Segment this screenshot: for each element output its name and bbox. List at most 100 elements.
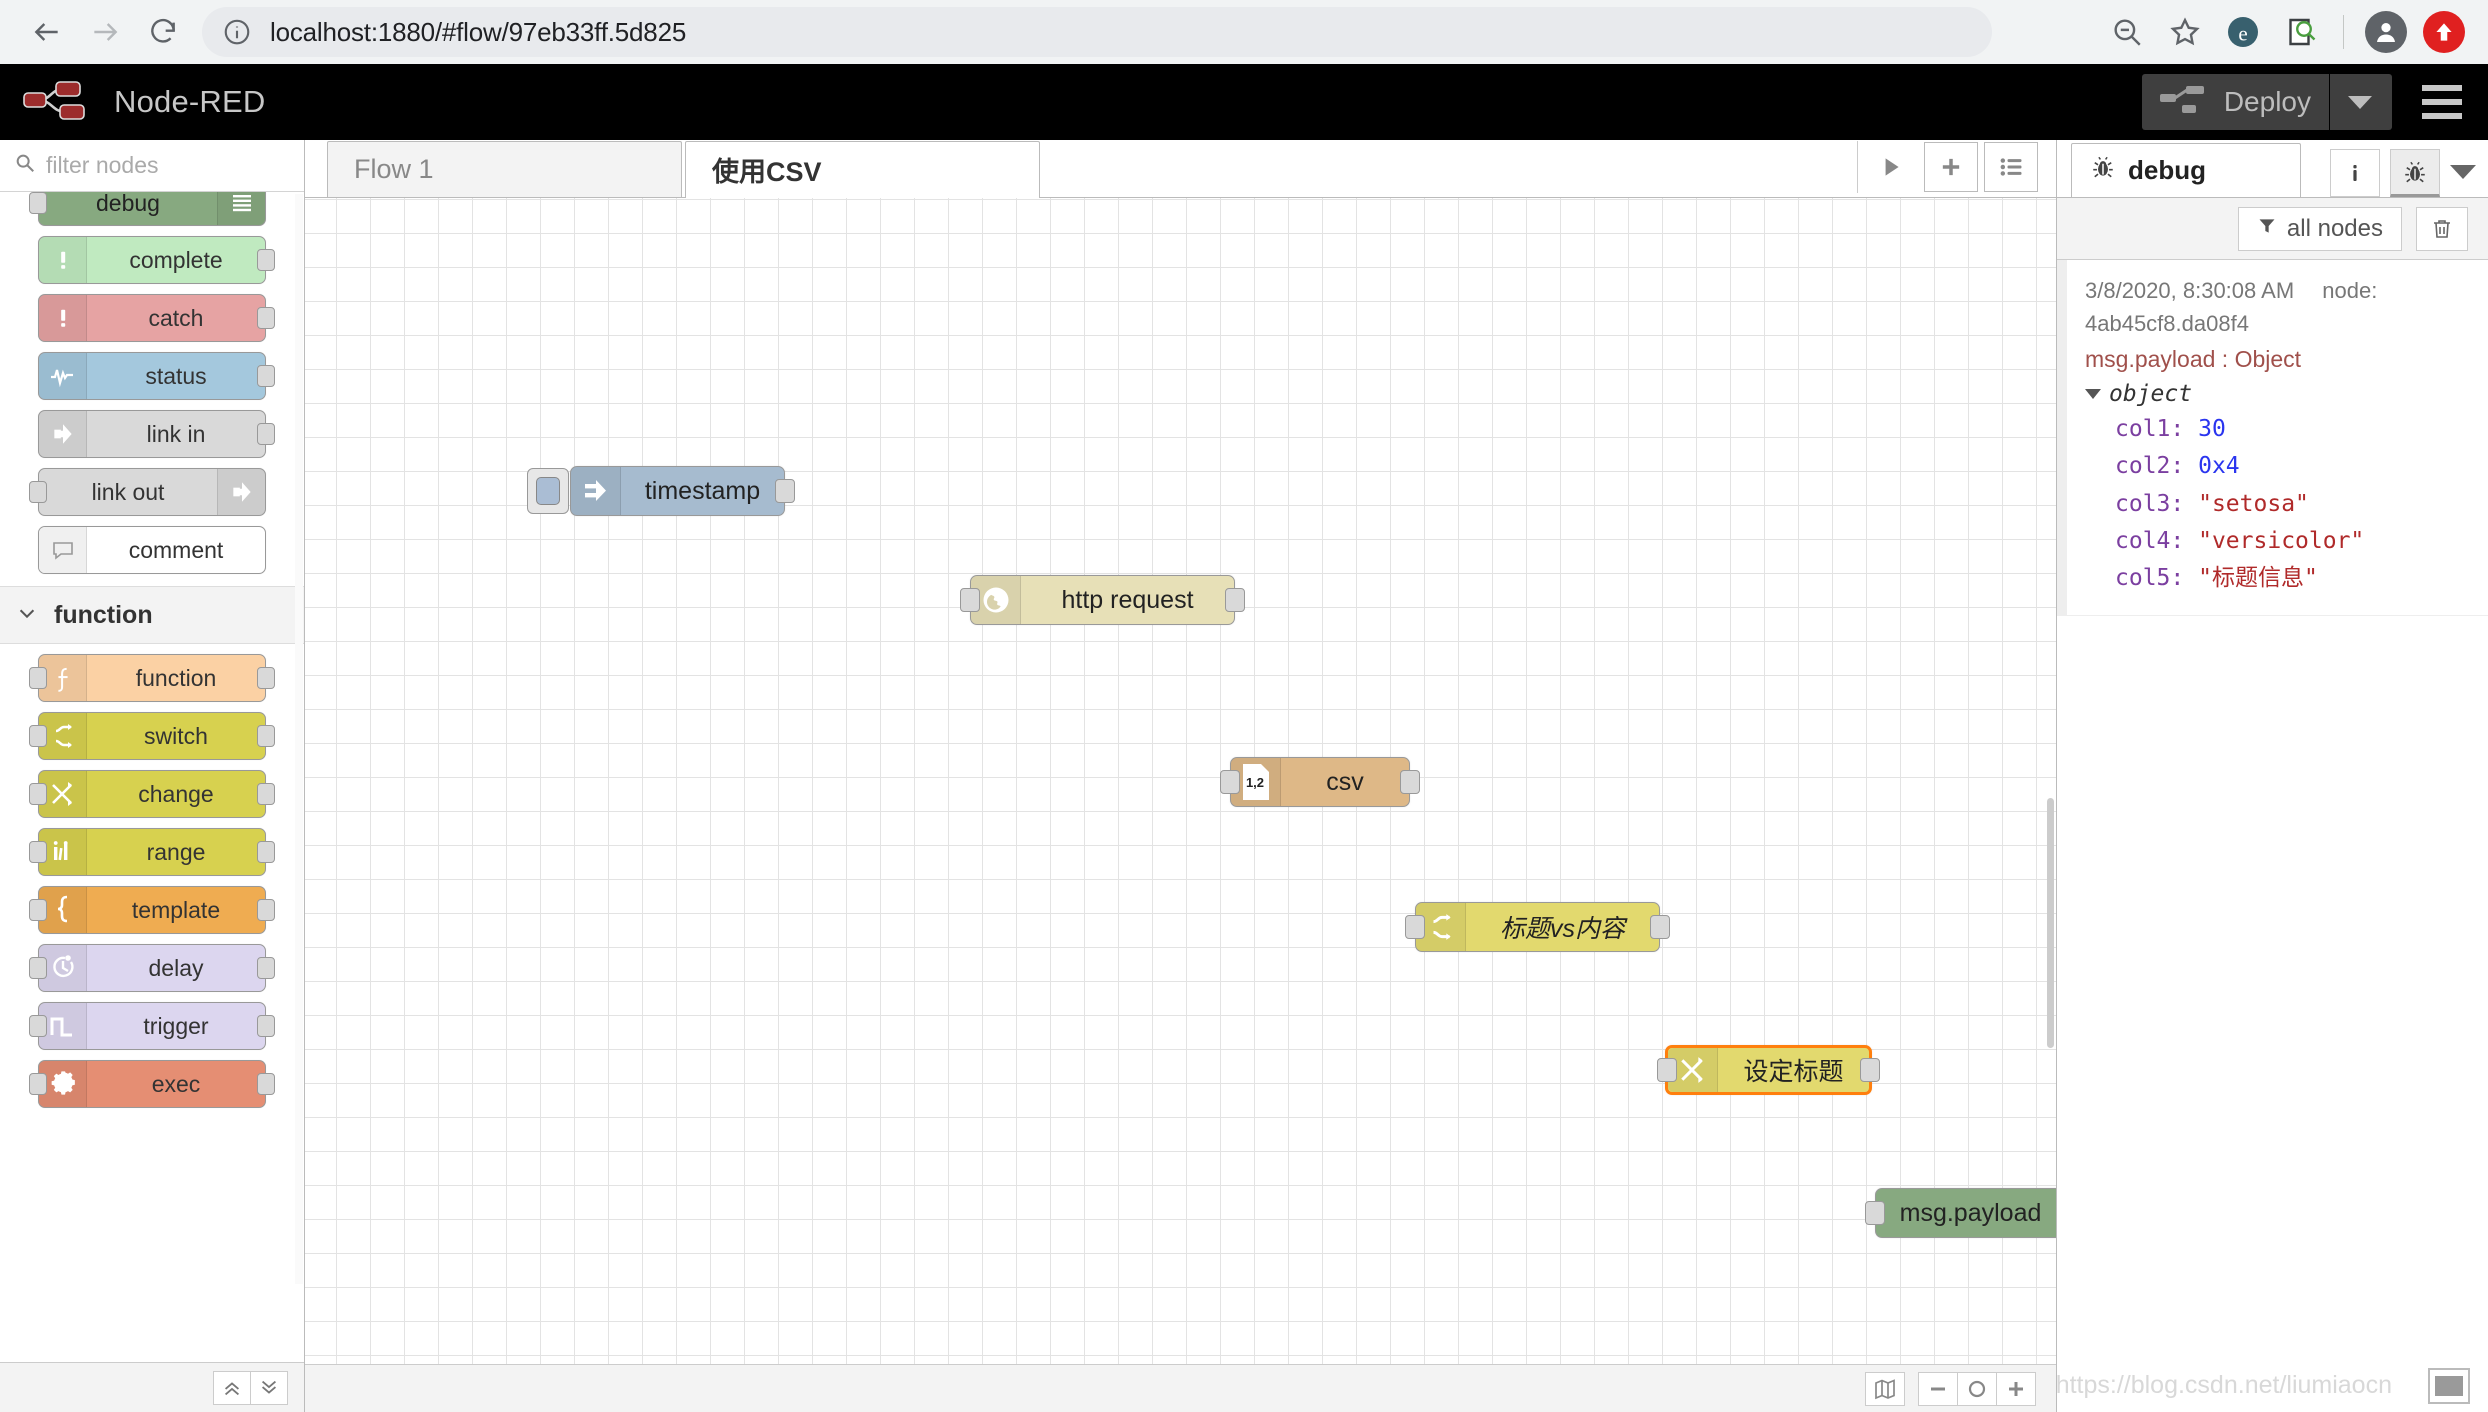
- profile-avatar-icon[interactable]: [2360, 6, 2412, 58]
- node-output-port[interactable]: [257, 725, 275, 747]
- flow-node-change-title[interactable]: 设定标题: [1657, 1045, 1880, 1095]
- flow-node-msg-payload-debug[interactable]: msg.payload: [1865, 1188, 2056, 1238]
- palette-node-range[interactable]: range: [29, 828, 275, 876]
- node-input-port[interactable]: [29, 783, 47, 805]
- node-output-port[interactable]: [257, 841, 275, 863]
- node-output-port[interactable]: [775, 479, 795, 503]
- chevrons-down-icon[interactable]: [250, 1370, 288, 1405]
- node-input-port[interactable]: [1220, 770, 1240, 794]
- palette-node-function[interactable]: function: [29, 654, 275, 702]
- flow-tab-csv[interactable]: 使用CSV: [685, 141, 1040, 198]
- node-input-port[interactable]: [29, 481, 47, 503]
- node-input-port[interactable]: [29, 957, 47, 979]
- palette-node-link-out[interactable]: link out: [29, 468, 266, 516]
- node-output-port[interactable]: [1225, 588, 1245, 612]
- node-output-port[interactable]: [257, 1073, 275, 1095]
- node-input-port[interactable]: [29, 192, 47, 214]
- browser-forward-button[interactable]: [76, 3, 134, 61]
- palette-node-comment[interactable]: comment: [38, 526, 266, 574]
- flow-node-timestamp[interactable]: timestamp: [527, 466, 795, 516]
- caret-down-icon[interactable]: [2085, 389, 2101, 399]
- debug-object-root[interactable]: object: [2085, 381, 2470, 407]
- sidebar-tab-debug[interactable]: debug: [2071, 143, 2301, 197]
- flow-canvas[interactable]: timestamp http request 1,2 csv 标题vs内容 设定…: [305, 198, 2056, 1364]
- node-input-port[interactable]: [29, 725, 47, 747]
- flow-node-csv[interactable]: 1,2 csv: [1220, 757, 1420, 807]
- star-icon[interactable]: [2159, 6, 2211, 58]
- debug-message-list[interactable]: 3/8/2020, 8:30:08 AM node: 4ab45cf8.da08…: [2057, 260, 2488, 1412]
- chevron-down-icon[interactable]: [2348, 95, 2372, 109]
- zoom-out-button[interactable]: [1918, 1371, 1958, 1406]
- node-input-port[interactable]: [1405, 915, 1425, 939]
- node-output-port[interactable]: [1650, 915, 1670, 939]
- zoom-in-button[interactable]: [1996, 1371, 2036, 1406]
- node-input-port[interactable]: [29, 667, 47, 689]
- node-input-port[interactable]: [29, 1015, 47, 1037]
- node-output-port[interactable]: [257, 783, 275, 805]
- app-logo[interactable]: Node-RED: [22, 78, 265, 127]
- node-output-port[interactable]: [1400, 770, 1420, 794]
- node-output-port[interactable]: [257, 423, 275, 445]
- palette-node-trigger[interactable]: trigger: [29, 1002, 275, 1050]
- palette-node-switch[interactable]: switch: [29, 712, 275, 760]
- deploy-button[interactable]: Deploy: [2141, 74, 2392, 130]
- palette-scrollbar[interactable]: [295, 194, 303, 1284]
- debug-message[interactable]: 3/8/2020, 8:30:08 AM node: 4ab45cf8.da08…: [2057, 260, 2488, 617]
- sidebar-info-tab-button[interactable]: [2330, 149, 2380, 197]
- node-output-port[interactable]: [257, 899, 275, 921]
- hamburger-menu-icon: [2422, 85, 2462, 91]
- node-output-port[interactable]: [257, 249, 275, 271]
- palette-node-delay[interactable]: delay: [29, 944, 275, 992]
- node-input-port[interactable]: [960, 588, 980, 612]
- palette-search-input[interactable]: filter nodes: [46, 152, 159, 179]
- play-triangle-icon[interactable]: [1864, 142, 1918, 192]
- node-input-port[interactable]: [1657, 1058, 1677, 1082]
- address-bar[interactable]: localhost:1880/#flow/97eb33ff.5d825: [202, 7, 1992, 57]
- palette-category-function[interactable]: function: [0, 586, 304, 644]
- update-arrow-icon[interactable]: [2418, 6, 2470, 58]
- palette-node-catch[interactable]: catch: [38, 294, 275, 342]
- node-output-port[interactable]: [257, 307, 275, 329]
- node-input-port[interactable]: [29, 841, 47, 863]
- node-output-port[interactable]: [257, 667, 275, 689]
- site-info-icon[interactable]: [222, 17, 252, 47]
- palette-node-complete[interactable]: complete: [38, 236, 275, 284]
- exclamation-icon: [39, 237, 87, 283]
- palette-node-exec[interactable]: exec: [29, 1060, 275, 1108]
- palette-search[interactable]: filter nodes: [0, 140, 304, 192]
- canvas-vertical-scrollbar[interactable]: [2047, 798, 2054, 1048]
- palette-node-debug[interactable]: debug: [29, 192, 266, 226]
- browser-back-button[interactable]: [18, 3, 76, 61]
- inject-button[interactable]: [527, 468, 569, 514]
- sidebar-more-button[interactable]: [2450, 165, 2476, 179]
- palette-node-label: delay: [148, 954, 204, 981]
- palette-node-link-in[interactable]: link in: [38, 410, 275, 458]
- list-flows-button[interactable]: [1984, 142, 2038, 192]
- node-output-port[interactable]: [257, 365, 275, 387]
- zoom-out-icon[interactable]: [2101, 6, 2153, 58]
- browser-reload-button[interactable]: [134, 3, 192, 61]
- sidebar-debug-tab-button[interactable]: [2390, 149, 2440, 197]
- node-input-port[interactable]: [1865, 1201, 1885, 1225]
- flow-node-switch-title[interactable]: 标题vs内容: [1405, 902, 1670, 952]
- debug-property: col1: 30: [2115, 416, 2226, 442]
- node-output-port[interactable]: [1860, 1058, 1880, 1082]
- palette-node-template[interactable]: template: [29, 886, 275, 934]
- node-input-port[interactable]: [29, 1073, 47, 1095]
- node-output-port[interactable]: [257, 1015, 275, 1037]
- debug-filter-button[interactable]: all nodes: [2237, 206, 2402, 251]
- palette-node-change[interactable]: change: [29, 770, 275, 818]
- main-menu-button[interactable]: [2412, 79, 2472, 125]
- zoom-reset-button[interactable]: [1957, 1371, 1997, 1406]
- inspect-magnifier-icon[interactable]: [2275, 6, 2327, 58]
- flow-tab-flow-1[interactable]: Flow 1: [327, 141, 682, 197]
- node-output-port[interactable]: [257, 957, 275, 979]
- chevrons-up-icon[interactable]: [213, 1370, 251, 1405]
- extension-e-icon[interactable]: e: [2217, 6, 2269, 58]
- debug-clear-button[interactable]: [2416, 206, 2468, 251]
- flow-node-http-request[interactable]: http request: [960, 575, 1245, 625]
- add-flow-tab-button[interactable]: [1924, 142, 1978, 192]
- navigator-button[interactable]: [1865, 1371, 1905, 1406]
- palette-node-status[interactable]: status: [38, 352, 275, 400]
- node-input-port[interactable]: [29, 899, 47, 921]
